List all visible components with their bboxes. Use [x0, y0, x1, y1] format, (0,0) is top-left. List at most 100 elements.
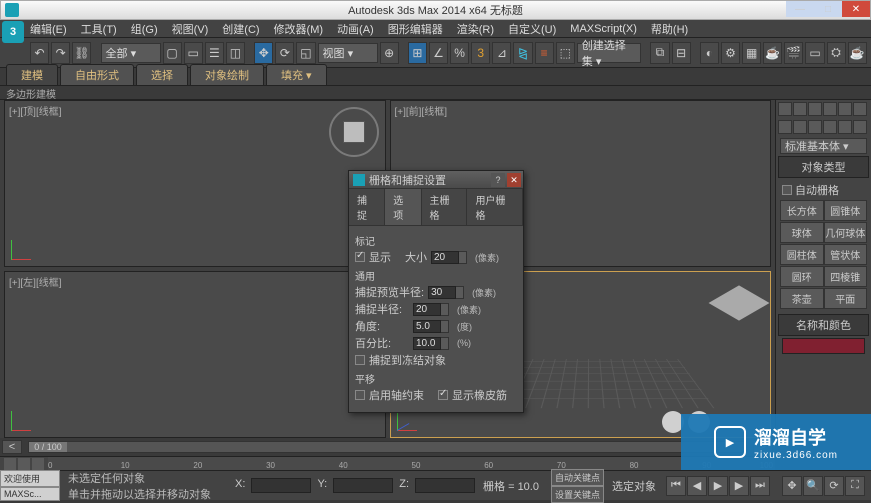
menu-animation[interactable]: 动画(A) — [337, 21, 374, 37]
tube-button[interactable]: 管状体 — [824, 244, 868, 265]
link-button[interactable]: ⛓ — [72, 42, 91, 64]
menu-grapheditor[interactable]: 图形编辑器 — [388, 21, 443, 37]
dialog-tab-homegrid[interactable]: 主栅格 — [422, 189, 468, 225]
orbit-view-button[interactable]: ⟳ — [824, 476, 844, 496]
helpers-icon[interactable] — [838, 120, 852, 134]
tab-selection[interactable]: 选择 — [136, 64, 188, 85]
pyramid-button[interactable]: 四棱锥 — [824, 266, 868, 287]
move-button[interactable]: ✥ — [254, 42, 273, 64]
render-button[interactable]: ☕ — [763, 42, 782, 64]
named-selection-dropdown[interactable]: 创建选择集 ▾ — [577, 43, 641, 63]
schematic-button[interactable]: ⊟ — [672, 42, 691, 64]
scale-button[interactable]: ◱ — [296, 42, 315, 64]
rollout-object-type[interactable]: 对象类型 — [778, 156, 869, 178]
time-prev-button[interactable]: < — [2, 440, 22, 454]
preview-radius-input[interactable] — [428, 286, 456, 299]
preview-radius-spinner[interactable] — [456, 286, 464, 299]
rotate-button[interactable]: ⟳ — [275, 42, 294, 64]
window-maximize-button[interactable]: □ — [814, 1, 842, 17]
menu-maxscript[interactable]: MAXScript(X) — [570, 23, 637, 35]
cameras-icon[interactable] — [823, 120, 837, 134]
window-close-button[interactable]: ✕ — [842, 1, 870, 17]
viewport-top-label[interactable]: [+][顶][线框] — [9, 103, 62, 118]
cylinder-button[interactable]: 圆柱体 — [780, 244, 824, 265]
geosphere-button[interactable]: 几何球体 — [824, 222, 868, 243]
cone-button[interactable]: 圆锥体 — [824, 200, 868, 221]
track-ruler[interactable]: 0 10 20 30 40 50 60 70 80 90 100 — [48, 457, 775, 470]
menu-modifiers[interactable]: 修改器(M) — [274, 21, 324, 37]
menu-view[interactable]: 视图(V) — [172, 21, 209, 37]
pivot-button[interactable]: ⊕ — [380, 42, 399, 64]
snap-radius-input[interactable] — [413, 303, 441, 316]
menu-help[interactable]: 帮助(H) — [651, 21, 688, 37]
snap-radius-spinner[interactable] — [441, 303, 449, 316]
display-checkbox[interactable] — [355, 252, 365, 262]
percent-snap-button[interactable]: % — [450, 42, 469, 64]
quick-render-button[interactable]: 🎬 — [784, 42, 803, 64]
viewport-front-label[interactable]: [+][前][线框] — [395, 103, 448, 118]
snap-toggle-button[interactable]: ⊞ — [408, 42, 427, 64]
track-curve-icon[interactable] — [32, 458, 44, 470]
axis-constraint-checkbox[interactable] — [355, 390, 365, 400]
render-production-button[interactable]: ☕ — [848, 42, 867, 64]
curve-editor-button[interactable]: ⧉ — [650, 42, 669, 64]
percent-input[interactable] — [413, 337, 441, 350]
menu-group[interactable]: 组(G) — [131, 21, 158, 37]
dialog-tab-snap[interactable]: 捕捉 — [349, 189, 385, 225]
time-handle[interactable]: 0 / 100 — [29, 442, 67, 452]
coord-x-input[interactable] — [251, 478, 311, 493]
viewport-top[interactable]: [+][顶][线框] — [4, 100, 386, 267]
teapot-button[interactable]: 茶壶 — [780, 288, 824, 309]
select-button[interactable]: ▭ — [184, 42, 203, 64]
rollout-name-color[interactable]: 名称和颜色 — [778, 314, 869, 336]
next-frame-button[interactable]: ▶ — [729, 476, 749, 496]
track-key-icon[interactable] — [4, 458, 16, 470]
maximize-view-button[interactable]: ⛶ — [845, 476, 865, 496]
category-dropdown[interactable]: 标准基本体 ▾ — [780, 138, 867, 154]
axis-constraint-button[interactable]: ⊿ — [492, 42, 511, 64]
box-button[interactable]: 长方体 — [780, 200, 824, 221]
sphere-button[interactable]: 球体 — [780, 222, 824, 243]
coord-y-input[interactable] — [333, 478, 393, 493]
welcome-chip[interactable]: 欢迎使用 — [0, 470, 60, 487]
hierarchy-tab-icon[interactable] — [808, 102, 822, 116]
autokey-button[interactable]: 自动关键点 — [551, 469, 604, 486]
menu-tools[interactable]: 工具(T) — [81, 21, 117, 37]
align-button[interactable]: ≡ — [535, 42, 554, 64]
zoom-view-button[interactable]: 🔍 — [803, 476, 823, 496]
key-filter-label[interactable]: 选定对象 — [612, 478, 656, 494]
viewcube-persp[interactable] — [709, 285, 770, 320]
dialog-tab-options[interactable]: 选项 — [385, 189, 421, 225]
application-menu-button[interactable]: 3 — [2, 21, 24, 43]
autogrid-checkbox[interactable] — [782, 185, 792, 195]
angle-input[interactable] — [413, 320, 441, 333]
space-warps-icon[interactable] — [853, 120, 867, 134]
dialog-close-button[interactable]: ✕ — [507, 173, 521, 187]
display-tab-icon[interactable] — [838, 102, 852, 116]
render-preset-button[interactable]: ⛭ — [827, 42, 846, 64]
dialog-titlebar[interactable]: 栅格和捕捉设置 ? ✕ — [349, 171, 523, 189]
angle-snap-button[interactable]: ∠ — [429, 42, 448, 64]
pan-view-button[interactable]: ✥ — [782, 476, 802, 496]
goto-start-button[interactable]: ⏮ — [666, 476, 686, 496]
coord-z-input[interactable] — [415, 478, 475, 493]
color-swatch[interactable] — [782, 338, 865, 354]
viewport-left-label[interactable]: [+][左][线框] — [9, 274, 62, 289]
torus-button[interactable]: 圆环 — [780, 266, 824, 287]
select-name-button[interactable]: ☰ — [205, 42, 224, 64]
window-minimize-button[interactable]: — — [786, 1, 814, 17]
plane-button[interactable]: 平面 — [824, 288, 868, 309]
angle-spinner[interactable] — [441, 320, 449, 333]
layer-button[interactable]: ⬚ — [556, 42, 575, 64]
undo-button[interactable]: ↶ — [30, 42, 49, 64]
select-region-button[interactable]: ◫ — [226, 42, 245, 64]
goto-end-button[interactable]: ⏭ — [750, 476, 770, 496]
rubber-band-checkbox[interactable] — [438, 390, 448, 400]
viewcube-top[interactable] — [329, 107, 379, 157]
create-tab-icon[interactable] — [778, 102, 792, 116]
maxscript-chip[interactable]: MAXSc... — [0, 487, 60, 501]
tab-modeling[interactable]: 建模 — [6, 64, 58, 85]
utilities-tab-icon[interactable] — [853, 102, 867, 116]
percent-spinner[interactable] — [441, 337, 449, 350]
freeze-checkbox[interactable] — [355, 355, 365, 365]
